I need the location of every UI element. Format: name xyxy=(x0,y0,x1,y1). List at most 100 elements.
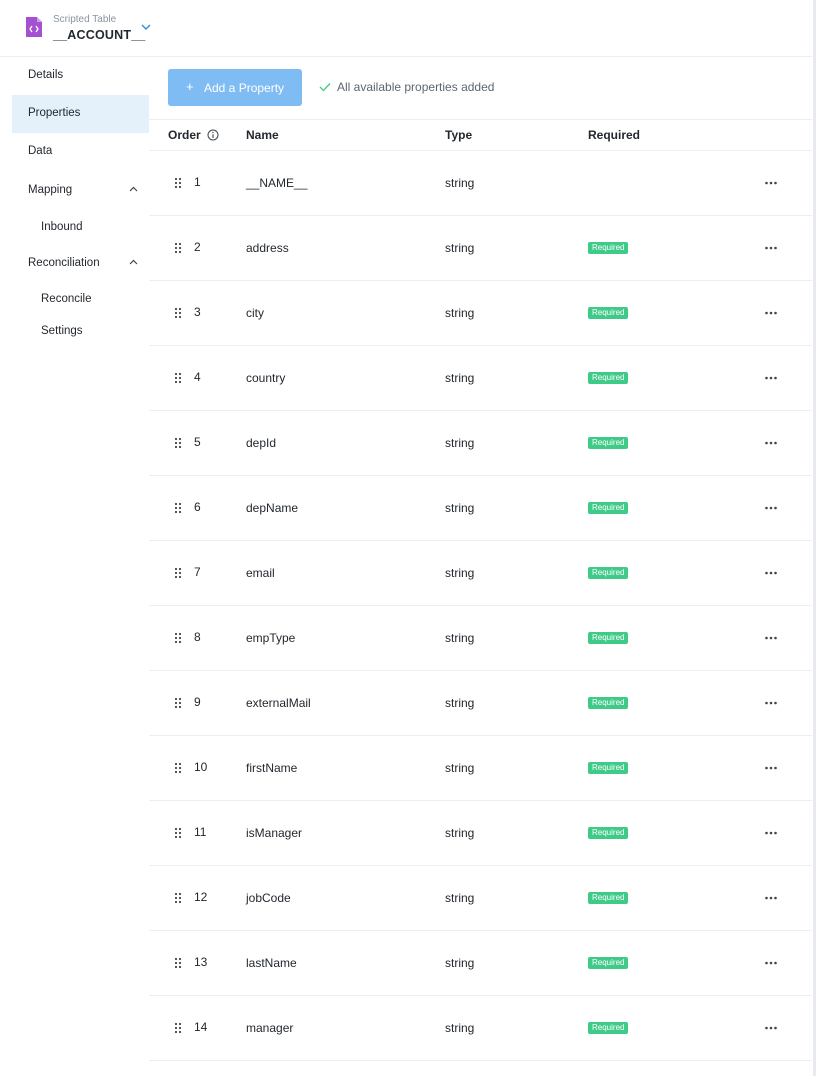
table-row[interactable]: 4 country string Required xyxy=(149,346,812,411)
drag-handle-icon[interactable] xyxy=(174,632,182,644)
plus-icon: + xyxy=(186,79,194,94)
property-name: city xyxy=(246,306,264,320)
order-number: 1 xyxy=(194,175,201,189)
more-options-icon[interactable] xyxy=(763,565,779,581)
order-number: 9 xyxy=(194,695,201,709)
status-message: All available properties added xyxy=(319,80,494,94)
check-icon xyxy=(319,83,331,92)
sidebar-item-details[interactable]: Details xyxy=(12,57,149,95)
table-row[interactable]: 13 lastName string Required xyxy=(149,931,812,996)
table-row[interactable]: 6 depName string Required xyxy=(149,476,812,541)
column-header-type[interactable]: Type xyxy=(445,128,472,142)
required-badge: Required xyxy=(588,502,629,514)
drag-handle-icon[interactable] xyxy=(174,762,182,774)
table-header: Order Name Type Required xyxy=(149,120,812,151)
property-type: string xyxy=(445,501,475,515)
drag-handle-icon[interactable] xyxy=(174,827,182,839)
more-options-icon[interactable] xyxy=(763,890,779,906)
property-type: string xyxy=(445,306,475,320)
script-file-icon xyxy=(26,17,42,37)
drag-handle-icon[interactable] xyxy=(174,957,182,969)
required-badge: Required xyxy=(588,957,629,969)
sidebar-item-reconcile[interactable]: Reconcile xyxy=(12,285,149,315)
more-options-icon[interactable] xyxy=(763,955,779,971)
table-row[interactable]: 5 depId string Required xyxy=(149,411,812,476)
sidebar-item-reconciliation[interactable]: Reconciliation xyxy=(12,245,149,283)
order-number: 3 xyxy=(194,305,201,319)
order-number: 8 xyxy=(194,630,201,644)
chevron-up-icon[interactable] xyxy=(129,186,138,192)
more-options-icon[interactable] xyxy=(763,370,779,386)
property-name: __NAME__ xyxy=(246,176,308,190)
sidebar-item-data[interactable]: Data xyxy=(12,133,149,171)
property-name: email xyxy=(246,566,275,580)
property-type: string xyxy=(445,1021,475,1035)
required-badge: Required xyxy=(588,762,629,774)
drag-handle-icon[interactable] xyxy=(174,1022,182,1034)
order-number: 4 xyxy=(194,370,201,384)
table-row[interactable]: 3 city string Required xyxy=(149,281,812,346)
drag-handle-icon[interactable] xyxy=(174,307,182,319)
more-options-icon[interactable] xyxy=(763,1020,779,1036)
table-row[interactable]: 1 __NAME__ string xyxy=(149,151,812,216)
property-type: string xyxy=(445,566,475,580)
more-options-icon[interactable] xyxy=(763,630,779,646)
column-header-name[interactable]: Name xyxy=(246,128,279,142)
more-options-icon[interactable] xyxy=(763,760,779,776)
drag-handle-icon[interactable] xyxy=(174,437,182,449)
required-badge: Required xyxy=(588,1022,629,1034)
info-icon[interactable] xyxy=(207,129,219,141)
column-header-order[interactable]: Order xyxy=(168,128,201,142)
table-row[interactable]: 9 externalMail string Required xyxy=(149,671,812,736)
table-row[interactable]: 11 isManager string Required xyxy=(149,801,812,866)
required-badge: Required xyxy=(588,307,629,319)
drag-handle-icon[interactable] xyxy=(174,892,182,904)
table-row[interactable]: 14 manager string Required xyxy=(149,996,812,1061)
add-property-button[interactable]: + Add a Property xyxy=(168,69,302,106)
chevron-up-icon[interactable] xyxy=(129,259,138,265)
chevron-down-icon[interactable] xyxy=(139,21,153,33)
more-options-icon[interactable] xyxy=(763,435,779,451)
sidebar-item-mapping[interactable]: Mapping xyxy=(12,172,149,210)
sidebar-item-inbound[interactable]: Inbound xyxy=(12,213,149,243)
property-type: string xyxy=(445,371,475,385)
table-row[interactable]: 10 firstName string Required xyxy=(149,736,812,801)
column-header-required[interactable]: Required xyxy=(588,128,640,142)
sidebar-item-label: Inbound xyxy=(41,221,83,233)
drag-handle-icon[interactable] xyxy=(174,502,182,514)
table-row[interactable]: 12 jobCode string Required xyxy=(149,866,812,931)
more-options-icon[interactable] xyxy=(763,695,779,711)
order-number: 7 xyxy=(194,565,201,579)
more-options-icon[interactable] xyxy=(763,500,779,516)
drag-handle-icon[interactable] xyxy=(174,697,182,709)
drag-handle-icon[interactable] xyxy=(174,177,182,189)
property-name: manager xyxy=(246,1021,294,1035)
required-badge: Required xyxy=(588,827,629,839)
property-type: string xyxy=(445,761,475,775)
drag-handle-icon[interactable] xyxy=(174,242,182,254)
property-name: empType xyxy=(246,631,296,645)
table-row[interactable]: 2 address string Required xyxy=(149,216,812,281)
order-number: 5 xyxy=(194,435,201,449)
scrollbar-track[interactable] xyxy=(813,0,816,1076)
table-row[interactable]: 8 empType string Required xyxy=(149,606,812,671)
more-options-icon[interactable] xyxy=(763,240,779,256)
sidebar-item-label: Properties xyxy=(28,107,81,119)
more-options-icon[interactable] xyxy=(763,825,779,841)
required-badge: Required xyxy=(588,697,629,709)
sidebar-item-settings[interactable]: Settings xyxy=(12,317,149,347)
sidebar-item-properties[interactable]: Properties xyxy=(12,95,149,133)
add-property-label: Add a Property xyxy=(204,81,285,95)
order-number: 10 xyxy=(194,760,208,774)
drag-handle-icon[interactable] xyxy=(174,372,182,384)
property-name: externalMail xyxy=(246,696,311,710)
more-options-icon[interactable] xyxy=(763,175,779,191)
status-text: All available properties added xyxy=(337,80,495,94)
drag-handle-icon[interactable] xyxy=(174,567,182,579)
required-badge: Required xyxy=(588,567,629,579)
more-options-icon[interactable] xyxy=(763,305,779,321)
order-number: 12 xyxy=(194,890,208,904)
property-type: string xyxy=(445,696,475,710)
property-type: string xyxy=(445,631,475,645)
table-row[interactable]: 7 email string Required xyxy=(149,541,812,606)
